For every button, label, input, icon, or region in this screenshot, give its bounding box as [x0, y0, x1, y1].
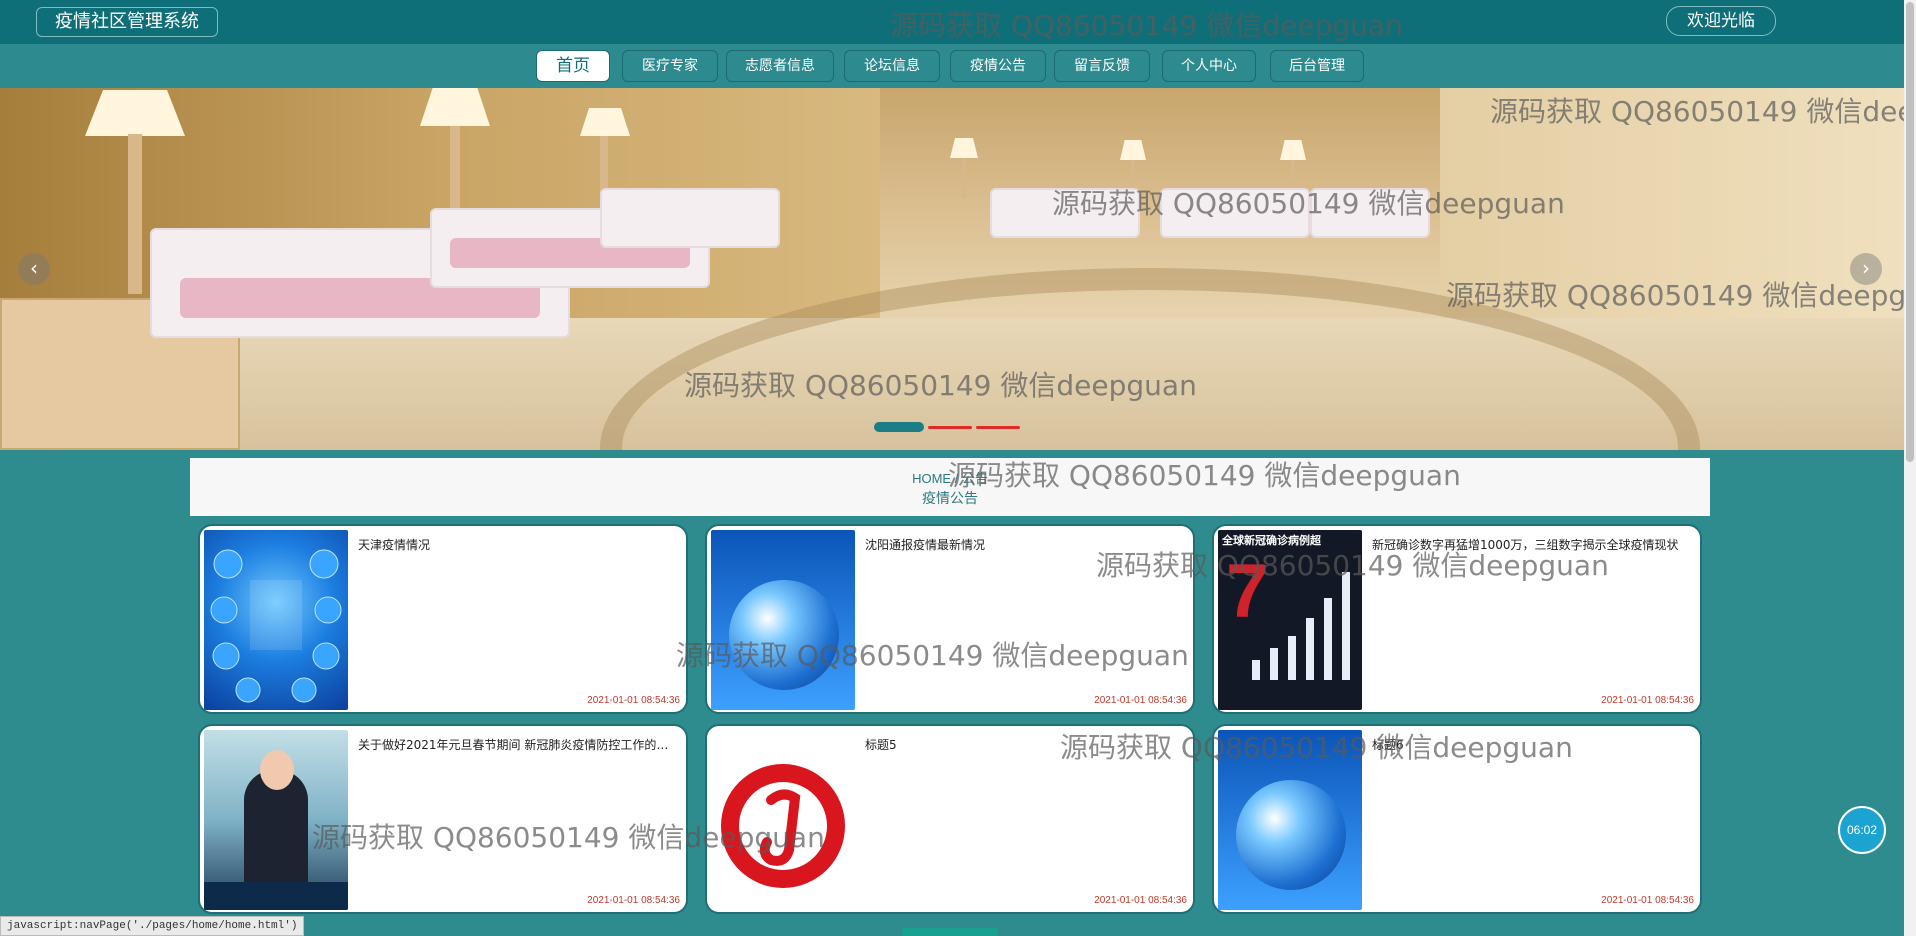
nav-feedback[interactable]: 留言反馈: [1054, 50, 1150, 82]
card-date: 2021-01-01 08:54:36: [1601, 895, 1694, 906]
card-image-globe: [711, 530, 855, 710]
carousel-dot[interactable]: [928, 426, 972, 429]
chart-image-bar: [1288, 636, 1296, 680]
announcement-card[interactable]: 天津疫情情况 2021-01-01 08:54:36: [198, 524, 688, 714]
status-bar-link: javascript:navPage('./pages/home/home.ht…: [0, 916, 305, 936]
timer-badge[interactable]: 06:02: [1838, 806, 1886, 854]
brand-title[interactable]: 疫情社区管理系统: [36, 7, 218, 37]
card-title[interactable]: 天津疫情情况: [358, 536, 678, 553]
carousel-dot[interactable]: [874, 422, 924, 432]
scrollbar-thumb[interactable]: [1906, 2, 1914, 462]
nav-announcements[interactable]: 疫情公告: [950, 50, 1046, 82]
watermark: 源码获取 QQ86050149 微信deepguan: [1490, 95, 1916, 128]
chart-image-bar: [1342, 572, 1350, 680]
card-date: 2021-01-01 08:54:36: [587, 895, 680, 906]
page-scrollbar[interactable]: [1904, 0, 1916, 936]
watermark: 源码获取 QQ86050149 微信deepguan: [684, 369, 1197, 402]
welcome-button[interactable]: 欢迎光临: [1666, 6, 1776, 36]
card-date: 2021-01-01 08:54:36: [1094, 695, 1187, 706]
chart-image-bar: [1270, 648, 1278, 680]
news-ticker-image: [204, 882, 348, 910]
carousel-dot[interactable]: [976, 426, 1020, 429]
watermark: 源码获取 QQ86050149 微信deepguan: [312, 821, 825, 854]
watermark: 源码获取 QQ86050149 微信deepguan: [1446, 279, 1916, 312]
bed-image: [600, 188, 780, 248]
anchor-face-image: [260, 750, 294, 790]
infographic-circles: [210, 549, 342, 703]
nav-home[interactable]: 首页: [536, 50, 610, 82]
carousel-indicators: [874, 422, 1024, 432]
nav-volunteers[interactable]: 志愿者信息: [726, 50, 834, 82]
watermark: 源码获取 QQ86050149 微信deepguan: [1052, 187, 1565, 220]
watermark: 源码获取 QQ86050149 微信deepguan: [676, 639, 1189, 672]
watermark: 源码获取 QQ86050149 微信deepguan: [1060, 731, 1573, 764]
card-image-infographic: [204, 530, 348, 710]
chart-image-bar: [1306, 618, 1314, 680]
bottom-tab[interactable]: [902, 928, 998, 936]
nav-admin[interactable]: 后台管理: [1270, 50, 1364, 82]
carousel-next-icon[interactable]: ›: [1850, 253, 1882, 285]
card-date: 2021-01-01 08:54:36: [1094, 895, 1187, 906]
hero-carousel[interactable]: 源码获取 QQ86050149 微信deepguan 源码获取 QQ860501…: [0, 88, 1916, 450]
nav-medical-experts[interactable]: 医疗专家: [622, 50, 718, 82]
nav-profile[interactable]: 个人中心: [1162, 50, 1256, 82]
top-bar: 疫情社区管理系统 源码获取 QQ86050149 微信deepguan 欢迎光临: [0, 0, 1916, 44]
carousel-prev-icon[interactable]: ‹: [18, 253, 50, 285]
watermark: 源码获取 QQ86050149 微信deepguan: [1096, 549, 1609, 582]
card-date: 2021-01-01 08:54:36: [587, 695, 680, 706]
globe-image: [1236, 780, 1346, 890]
main-nav: 首页 医疗专家 志愿者信息 论坛信息 疫情公告 留言反馈 个人中心 后台管理: [0, 44, 1916, 88]
nav-forum[interactable]: 论坛信息: [844, 50, 940, 82]
chart-image-bar: [1252, 660, 1260, 680]
watermark: 源码获取 QQ86050149 微信deepguan: [890, 9, 1403, 42]
watermark: 源码获取 QQ86050149 微信deepguan: [948, 459, 1461, 492]
card-title[interactable]: 关于做好2021年元旦春节期间 新冠肺炎疫情防控工作的…: [358, 736, 678, 753]
chart-image-bar: [1324, 598, 1332, 680]
card-date: 2021-01-01 08:54:36: [1601, 695, 1694, 706]
